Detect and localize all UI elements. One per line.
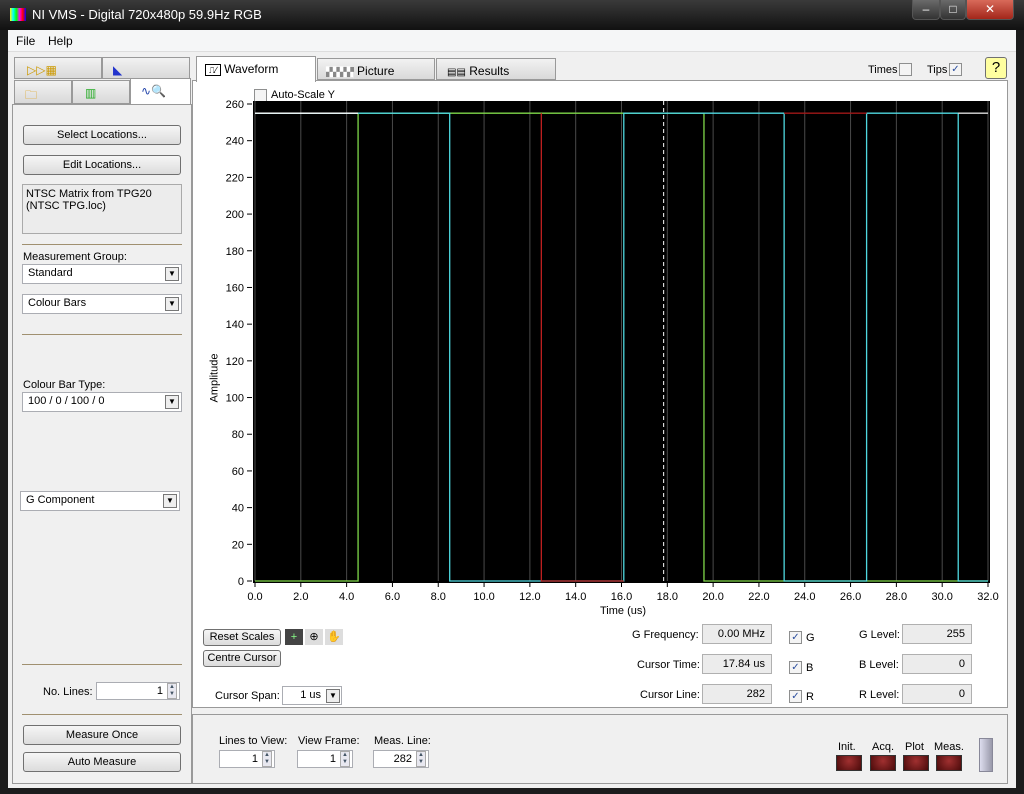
cursor-line-label: Cursor Line: [640, 689, 700, 701]
y-tick-label: 140 [226, 319, 244, 331]
x-tick-label: 16.0 [611, 591, 632, 603]
waveform-chart[interactable]: 0.0 2.0 4.0 6.0 8.0 10.0 12.0 14.0 16.0 18.0 20.0 2… [0, 0, 1024, 794]
g-level-value: 255 [902, 624, 972, 644]
y-tick-label: 260 [226, 99, 244, 111]
x-tick-label: 30.0 [931, 591, 952, 603]
r-level-label: R Level: [859, 689, 900, 701]
x-tick-label: 8.0 [431, 591, 446, 603]
acq-led [870, 755, 896, 771]
view-frame-spinner[interactable]: ▲ ▼ [340, 751, 350, 767]
view-frame-label: View Frame: [298, 735, 360, 747]
x-tick-label: 26.0 [840, 591, 861, 603]
x-tick-label: 6.0 [385, 591, 400, 603]
lines-to-view-spinner[interactable]: ▲ ▼ [262, 751, 272, 767]
meas-led-label: Meas. [934, 741, 964, 753]
lines-to-view-label: Lines to View: [219, 735, 288, 747]
x-tick-label: 28.0 [886, 591, 907, 603]
x-tick-label: 22.0 [748, 591, 769, 603]
b-level-label: B Level: [859, 659, 899, 671]
g-frequency-value: 0.00 MHz [702, 624, 772, 644]
y-tick-label: 180 [226, 246, 244, 258]
init-led-label: Init. [838, 741, 856, 753]
plot-led-label: Plot [905, 741, 924, 753]
x-tick-label: 0.0 [247, 591, 262, 603]
y-tick-label: 60 [232, 466, 244, 478]
x-tick-label: 20.0 [702, 591, 723, 603]
x-tick-label: 4.0 [339, 591, 354, 603]
x-tick-label: 24.0 [794, 591, 815, 603]
y-tick-label: 40 [232, 503, 244, 515]
y-tick-label: 220 [226, 172, 244, 184]
y-tick-label: 80 [232, 429, 244, 441]
g-checkbox[interactable]: ✓ [789, 631, 802, 644]
meas-line-spinner[interactable]: ▲ ▼ [416, 751, 426, 767]
pan-hand-icon[interactable]: ✋ [325, 629, 343, 645]
y-tick-label: 200 [226, 209, 244, 221]
meas-led [936, 755, 962, 771]
x-tick-label: 10.0 [473, 591, 494, 603]
x-axis-label: Time (us) [600, 605, 647, 617]
g-frequency-label: G Frequency: [632, 629, 699, 641]
y-axis-label: Amplitude [208, 353, 221, 403]
y-tick-label: 120 [226, 356, 244, 368]
acq-led-label: Acq. [872, 741, 895, 753]
r-checkbox-label: R [806, 691, 814, 703]
x-tick-label: 14.0 [565, 591, 586, 603]
chevron-down-icon[interactable]: ▼ [326, 689, 340, 703]
plot-led [903, 755, 929, 771]
cursor-span-label: Cursor Span: [215, 690, 280, 702]
y-tick-label: 100 [226, 393, 244, 405]
progress-indicator [979, 738, 993, 772]
x-tick-label: 18.0 [657, 591, 678, 603]
y-tick-label: 240 [226, 136, 244, 148]
cursor-tool-icon[interactable]: + [285, 629, 303, 645]
meas-line-label: Meas. Line: [374, 735, 431, 747]
b-checkbox[interactable]: ✓ [789, 661, 802, 674]
cursor-line-value: 282 [702, 684, 772, 704]
y-tick-label: 20 [232, 539, 244, 551]
r-level-value: 0 [902, 684, 972, 704]
b-level-value: 0 [902, 654, 972, 674]
centre-cursor-button[interactable]: Centre Cursor [203, 650, 281, 667]
b-checkbox-label: B [806, 662, 814, 674]
x-tick-label: 32.0 [977, 591, 998, 603]
zoom-tool-icon[interactable]: ⊕ [305, 629, 323, 645]
x-tick-label: 2.0 [293, 591, 308, 603]
g-checkbox-label: G [806, 632, 815, 644]
x-tick-label: 12.0 [519, 591, 540, 603]
y-tick-label: 160 [226, 282, 244, 294]
cursor-time-label: Cursor Time: [637, 659, 700, 671]
reset-scales-button[interactable]: Reset Scales [203, 629, 281, 646]
g-level-label: G Level: [859, 629, 900, 641]
init-led [836, 755, 862, 771]
cursor-time-value: 17.84 us [702, 654, 772, 674]
y-tick-label: 0 [238, 576, 244, 588]
r-checkbox[interactable]: ✓ [789, 690, 802, 703]
